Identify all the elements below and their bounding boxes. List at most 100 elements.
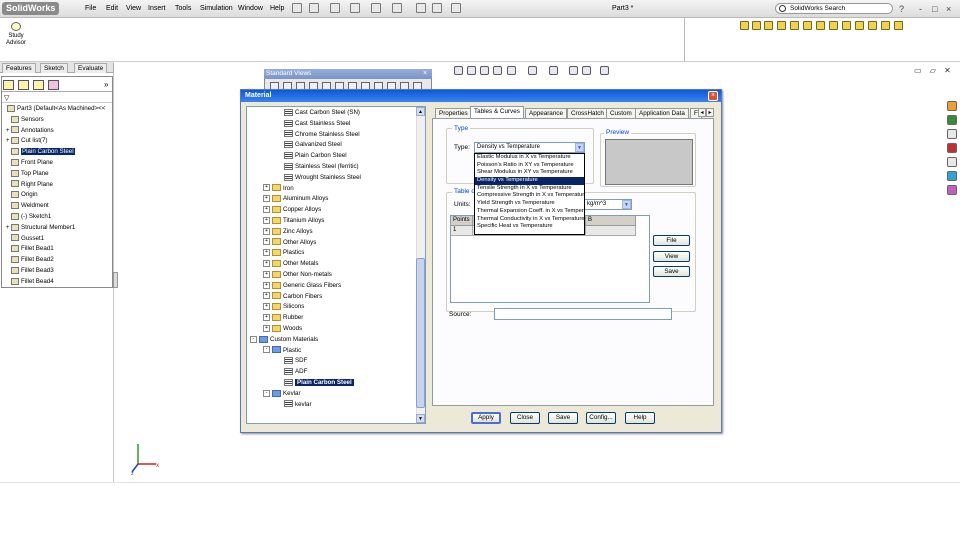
- material-tree-item[interactable]: + Generic Glass Fibers: [263, 281, 341, 292]
- feature-tree-item[interactable]: Part3 (Default<As Machined><<: [2, 104, 112, 115]
- toolbar-icon[interactable]: [416, 3, 426, 13]
- tab-scroll-left-icon[interactable]: ◂: [698, 108, 706, 117]
- task-pane-icon[interactable]: [947, 101, 957, 111]
- material-tree-item[interactable]: + Carbon Fibers: [263, 292, 322, 303]
- tree-expander-icon[interactable]: +: [263, 270, 270, 278]
- tab-features[interactable]: Features: [2, 63, 36, 73]
- material-tree-item[interactable]: SDF: [284, 356, 307, 367]
- simulation-tool-icon[interactable]: [790, 21, 799, 30]
- material-tree-item[interactable]: - Plastic: [263, 346, 301, 357]
- material-tree-item[interactable]: + Other Alloys: [263, 238, 316, 249]
- restore-button[interactable]: □: [932, 4, 937, 14]
- view-tool-icon[interactable]: [549, 66, 558, 75]
- tree-expander-icon[interactable]: +: [263, 238, 270, 246]
- view-tool-icon[interactable]: [467, 66, 476, 75]
- simulation-tool-icon[interactable]: [855, 21, 864, 30]
- tree-expander-icon[interactable]: +: [263, 260, 270, 268]
- material-tree-item[interactable]: + Other Metals: [263, 259, 318, 270]
- feature-tree-item[interactable]: + Structural Member1: [2, 223, 112, 234]
- material-tree-item[interactable]: + Copper Alloys: [263, 205, 321, 216]
- tree-expander-icon[interactable]: +: [263, 195, 270, 203]
- tab-sketch[interactable]: Sketch: [40, 63, 68, 73]
- tree-expander-icon[interactable]: -: [263, 389, 270, 397]
- menu-simulation[interactable]: Simulation: [200, 5, 233, 12]
- file-button[interactable]: File: [653, 235, 690, 246]
- menu-view[interactable]: View: [126, 5, 141, 12]
- toolbar-icon[interactable]: [292, 3, 302, 13]
- material-tree-item[interactable]: + Iron: [263, 184, 294, 195]
- material-tree-item[interactable]: Plain Carbon Steel: [284, 378, 354, 389]
- material-tree-item[interactable]: kevlar: [284, 400, 312, 411]
- menu-insert[interactable]: Insert: [148, 5, 166, 12]
- tree-expander-icon[interactable]: +: [263, 292, 270, 300]
- feature-tree-item[interactable]: Origin: [2, 190, 112, 201]
- feature-tree-item[interactable]: + Cut list(7): [2, 136, 112, 147]
- feature-tree-item[interactable]: Right Plane: [2, 180, 112, 191]
- chevron-down-icon[interactable]: ▼: [575, 143, 584, 152]
- toolbar-icon[interactable]: [330, 3, 340, 13]
- type-option[interactable]: Thermal Expansion Coeff. in X vs Tempera…: [475, 208, 584, 216]
- apply-button[interactable]: Apply: [471, 412, 501, 424]
- save-curve-button[interactable]: Save: [653, 266, 690, 277]
- feature-tree-item[interactable]: Top Plane: [2, 169, 112, 180]
- type-option[interactable]: Elastic Modulus in X vs Temperature: [475, 154, 584, 162]
- feature-filter[interactable]: ▽: [2, 93, 112, 103]
- toolbar-icon[interactable]: [432, 3, 442, 13]
- simulation-tool-icon[interactable]: [868, 21, 877, 30]
- menu-window[interactable]: Window: [238, 5, 263, 12]
- material-tree-scroll-thumb[interactable]: [416, 258, 425, 408]
- feature-tree-item[interactable]: + Annotations: [2, 126, 112, 137]
- expand-panel-icon[interactable]: »: [104, 80, 108, 89]
- standard-views-close-icon[interactable]: ×: [421, 70, 429, 78]
- save-button[interactable]: Save: [548, 412, 578, 424]
- tab-evaluate[interactable]: Evaluate: [74, 63, 108, 73]
- simulation-tool-icon[interactable]: [894, 21, 903, 30]
- type-select[interactable]: Density vs Temperature: [474, 142, 585, 153]
- material-tree-item[interactable]: Cast Stainless Steel: [284, 119, 350, 130]
- view-tool-icon[interactable]: [493, 66, 502, 75]
- tree-expander-icon[interactable]: +: [263, 314, 270, 322]
- feature-tree-item[interactable]: Sensors: [2, 115, 112, 126]
- task-pane-icon[interactable]: [947, 185, 957, 195]
- material-tree-item[interactable]: - Kevlar: [263, 389, 301, 400]
- simulation-tool-icon[interactable]: [842, 21, 851, 30]
- pane-resize-handle[interactable]: [113, 272, 118, 288]
- feature-tree-item[interactable]: Fillet Bead4: [2, 277, 112, 288]
- tab-scroll-right-icon[interactable]: ▸: [706, 108, 714, 117]
- tree-expander-icon[interactable]: +: [263, 184, 270, 192]
- feature-tree-item[interactable]: Plain Carbon Steel: [2, 147, 112, 158]
- type-option[interactable]: Shear Modulus in XY vs Temperature: [475, 169, 584, 177]
- menu-help[interactable]: Help: [270, 5, 284, 12]
- scroll-up-icon[interactable]: ▲: [416, 107, 425, 116]
- source-input[interactable]: [494, 308, 672, 320]
- close-app-button[interactable]: ×: [946, 4, 951, 14]
- material-tree-item[interactable]: + Woods: [263, 324, 302, 335]
- tree-expander-icon[interactable]: +: [263, 281, 270, 289]
- config-button[interactable]: Config...: [586, 412, 616, 424]
- material-tree-item[interactable]: + Zinc Alloys: [263, 227, 313, 238]
- material-tree-item[interactable]: + Aluminum Alloys: [263, 194, 328, 205]
- type-option[interactable]: Yield Strength vs Temperature: [475, 200, 584, 208]
- task-pane-icon[interactable]: [947, 115, 957, 125]
- view-tool-icon[interactable]: [582, 66, 591, 75]
- material-tree-item[interactable]: Plain Carbon Steel: [284, 151, 347, 162]
- task-pane-icon[interactable]: [947, 157, 957, 167]
- task-pane-icon[interactable]: [947, 171, 957, 181]
- simulation-tool-icon[interactable]: [829, 21, 838, 30]
- task-pane-icon[interactable]: [947, 129, 957, 139]
- tree-expander-icon[interactable]: -: [250, 335, 257, 343]
- view-button[interactable]: View: [653, 251, 690, 262]
- simulation-tool-icon[interactable]: [881, 21, 890, 30]
- toolbar-icon[interactable]: [392, 3, 402, 13]
- feature-tree-item[interactable]: Gusset1: [2, 234, 112, 245]
- toolbar-icon[interactable]: [371, 3, 381, 13]
- type-option[interactable]: Compressive Strength in X vs Temperature: [475, 192, 584, 200]
- toolbar-icon[interactable]: [451, 3, 461, 13]
- toolbar-icon[interactable]: [309, 3, 319, 13]
- simulation-tool-icon[interactable]: [816, 21, 825, 30]
- view-tool-icon[interactable]: [507, 66, 516, 75]
- menu-edit[interactable]: Edit: [106, 5, 118, 12]
- feature-manager-icon[interactable]: [3, 80, 14, 90]
- type-option[interactable]: Tensile Strength in X vs Temperature: [475, 185, 584, 193]
- feature-tree-item[interactable]: Fillet Bead2: [2, 255, 112, 266]
